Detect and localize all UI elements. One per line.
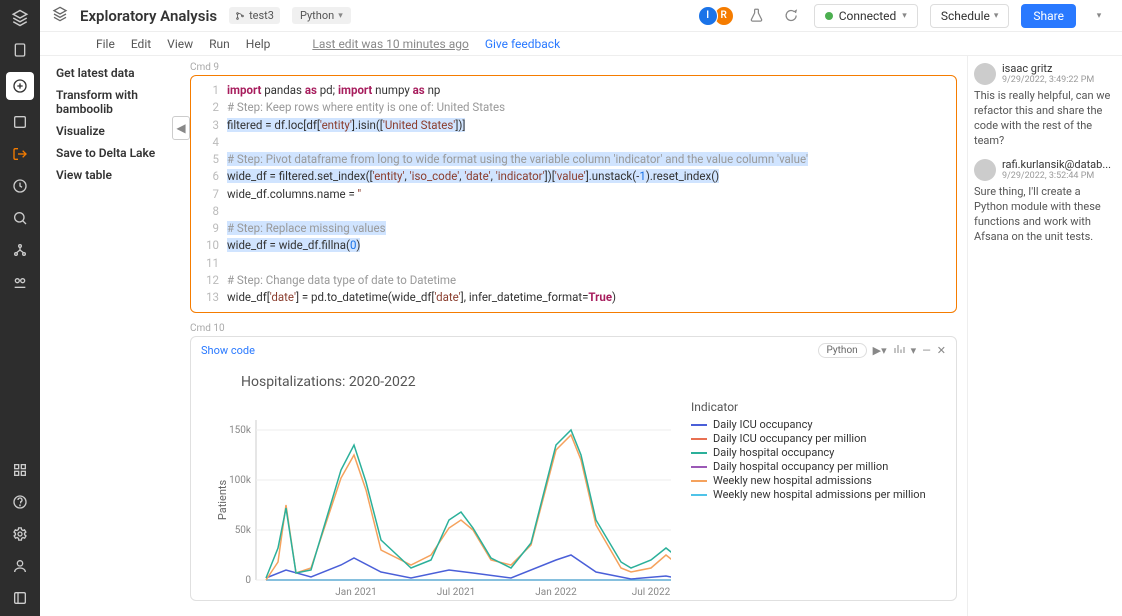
svg-text:0: 0 bbox=[245, 575, 251, 586]
menubar: File Edit View Run Help Last edit was 10… bbox=[40, 32, 1122, 56]
chart-plot: 0 50k 100k 150k Jan 2021 Jul 2021 Jan 2022 Jul … bbox=[211, 400, 671, 600]
search-icon[interactable] bbox=[10, 208, 30, 228]
chart-view-icon[interactable] bbox=[893, 343, 905, 358]
collapse-toc-button[interactable]: ◀ bbox=[172, 116, 190, 140]
legend-item[interactable]: Weekly new hospital admissions per milli… bbox=[691, 488, 926, 501]
schedule-button[interactable]: Schedule▾ bbox=[930, 4, 1010, 28]
left-rail bbox=[0, 0, 40, 616]
chart-title: Hospitalizations: 2020-2022 bbox=[241, 374, 936, 390]
avatar bbox=[974, 63, 996, 85]
comment[interactable]: isaac gritz 9/29/2022, 3:49:22 PM This i… bbox=[974, 62, 1116, 148]
settings-icon[interactable] bbox=[10, 524, 30, 544]
panel-icon[interactable] bbox=[10, 588, 30, 608]
exit-icon[interactable] bbox=[10, 144, 30, 164]
chevron-down-icon: ▾ bbox=[994, 11, 999, 21]
add-icon[interactable] bbox=[6, 72, 34, 100]
user-icon[interactable] bbox=[10, 556, 30, 576]
page-title: Exploratory Analysis bbox=[80, 7, 217, 25]
databricks-logo-icon bbox=[52, 6, 68, 25]
toc-item[interactable]: View table bbox=[56, 168, 180, 182]
legend-item[interactable]: Daily hospital occupancy bbox=[691, 446, 926, 459]
comment-time: 9/29/2022, 3:52:44 PM bbox=[1002, 171, 1116, 181]
comments-panel: isaac gritz 9/29/2022, 3:49:22 PM This i… bbox=[967, 56, 1122, 616]
code-cell[interactable]: 1import pandas as pd; import numpy as np… bbox=[190, 75, 957, 313]
svg-text:150k: 150k bbox=[229, 425, 252, 436]
avatar[interactable]: I bbox=[698, 6, 718, 26]
comment-time: 9/29/2022, 3:49:22 PM bbox=[1002, 75, 1116, 85]
repo-tag[interactable]: test3 bbox=[229, 7, 280, 24]
chevron-down-icon: ▾ bbox=[338, 11, 343, 21]
comment-body: This is really helpful, can we refactor … bbox=[974, 89, 1116, 148]
toc-item[interactable]: Visualize bbox=[56, 124, 180, 138]
minimize-icon[interactable]: — bbox=[922, 344, 931, 357]
cell-label: Cmd 10 bbox=[190, 323, 957, 334]
svg-text:Jan 2021: Jan 2021 bbox=[335, 587, 376, 598]
apps-icon[interactable] bbox=[10, 460, 30, 480]
data-icon[interactable] bbox=[10, 240, 30, 260]
logo-icon[interactable] bbox=[10, 8, 30, 28]
language-selector[interactable]: Python▾ bbox=[292, 7, 351, 24]
avatar bbox=[974, 159, 996, 181]
comment[interactable]: rafi.kurlansik@datab... 9/29/2022, 3:52:… bbox=[974, 158, 1116, 244]
comment-author: rafi.kurlansik@datab... bbox=[1002, 158, 1116, 171]
svg-text:Jul 2021: Jul 2021 bbox=[437, 587, 475, 598]
menu-file[interactable]: File bbox=[96, 37, 115, 51]
legend-title: Indicator bbox=[691, 400, 926, 414]
menu-edit[interactable]: Edit bbox=[131, 37, 151, 51]
last-edit-label[interactable]: Last edit was 10 minutes ago bbox=[312, 37, 468, 51]
legend-item[interactable]: Daily ICU occupancy bbox=[691, 418, 926, 431]
chevron-down-icon: ▾ bbox=[902, 11, 907, 21]
svg-text:100k: 100k bbox=[229, 475, 252, 486]
notebook-cells: Cmd 9 1import pandas as pd; import numpy… bbox=[180, 56, 967, 616]
caret-down-icon[interactable]: ▾ bbox=[911, 344, 917, 357]
menu-view[interactable]: View bbox=[167, 37, 193, 51]
svg-text:50k: 50k bbox=[235, 525, 252, 536]
ml-icon[interactable] bbox=[10, 272, 30, 292]
menu-help[interactable]: Help bbox=[246, 37, 271, 51]
connection-status[interactable]: Connected▾ bbox=[814, 4, 918, 28]
menu-run[interactable]: Run bbox=[209, 37, 230, 51]
svg-text:Patients: Patients bbox=[216, 480, 229, 521]
chart-legend: Indicator Daily ICU occupancyDaily ICU o… bbox=[691, 400, 926, 600]
experiments-icon[interactable] bbox=[746, 5, 768, 27]
presence-avatars: I R bbox=[702, 6, 734, 26]
close-icon[interactable]: ✕ bbox=[937, 344, 946, 357]
cell-label: Cmd 9 bbox=[190, 62, 957, 73]
svg-text:Jul 2022: Jul 2022 bbox=[632, 587, 671, 598]
recents-icon[interactable] bbox=[10, 176, 30, 196]
toc-panel: Get latest data Transform with bamboolib… bbox=[40, 56, 180, 616]
comment-body: Sure thing, I'll create a Python module … bbox=[974, 185, 1116, 244]
help-icon[interactable] bbox=[10, 492, 30, 512]
legend-item[interactable]: Daily hospital occupancy per million bbox=[691, 460, 926, 473]
output-cell: Show code Python ▶▾ ▾ — ✕ Hospitalizatio… bbox=[190, 336, 957, 601]
toc-item[interactable]: Transform with bamboolib bbox=[56, 88, 180, 116]
show-code-link[interactable]: Show code bbox=[201, 344, 255, 357]
cell-lang-pill[interactable]: Python bbox=[818, 343, 867, 358]
feedback-link[interactable]: Give feedback bbox=[485, 37, 560, 51]
overflow-menu-icon[interactable]: ▾ bbox=[1088, 5, 1110, 27]
status-dot-icon bbox=[825, 12, 833, 20]
run-cell-icon[interactable]: ▶▾ bbox=[873, 344, 887, 357]
legend-item[interactable]: Weekly new hospital admissions bbox=[691, 474, 926, 487]
topbar: Exploratory Analysis test3 Python▾ I R C… bbox=[40, 0, 1122, 32]
share-button[interactable]: Share bbox=[1021, 4, 1076, 28]
workspace-icon[interactable] bbox=[10, 112, 30, 132]
files-icon[interactable] bbox=[10, 40, 30, 60]
svg-text:Jan 2022: Jan 2022 bbox=[535, 587, 577, 598]
toc-item[interactable]: Save to Delta Lake bbox=[56, 146, 180, 160]
legend-item[interactable]: Daily ICU occupancy per million bbox=[691, 432, 926, 445]
toc-item[interactable]: Get latest data bbox=[56, 66, 180, 80]
comment-author: isaac gritz bbox=[1002, 62, 1116, 75]
comment-icon[interactable] bbox=[780, 5, 802, 27]
